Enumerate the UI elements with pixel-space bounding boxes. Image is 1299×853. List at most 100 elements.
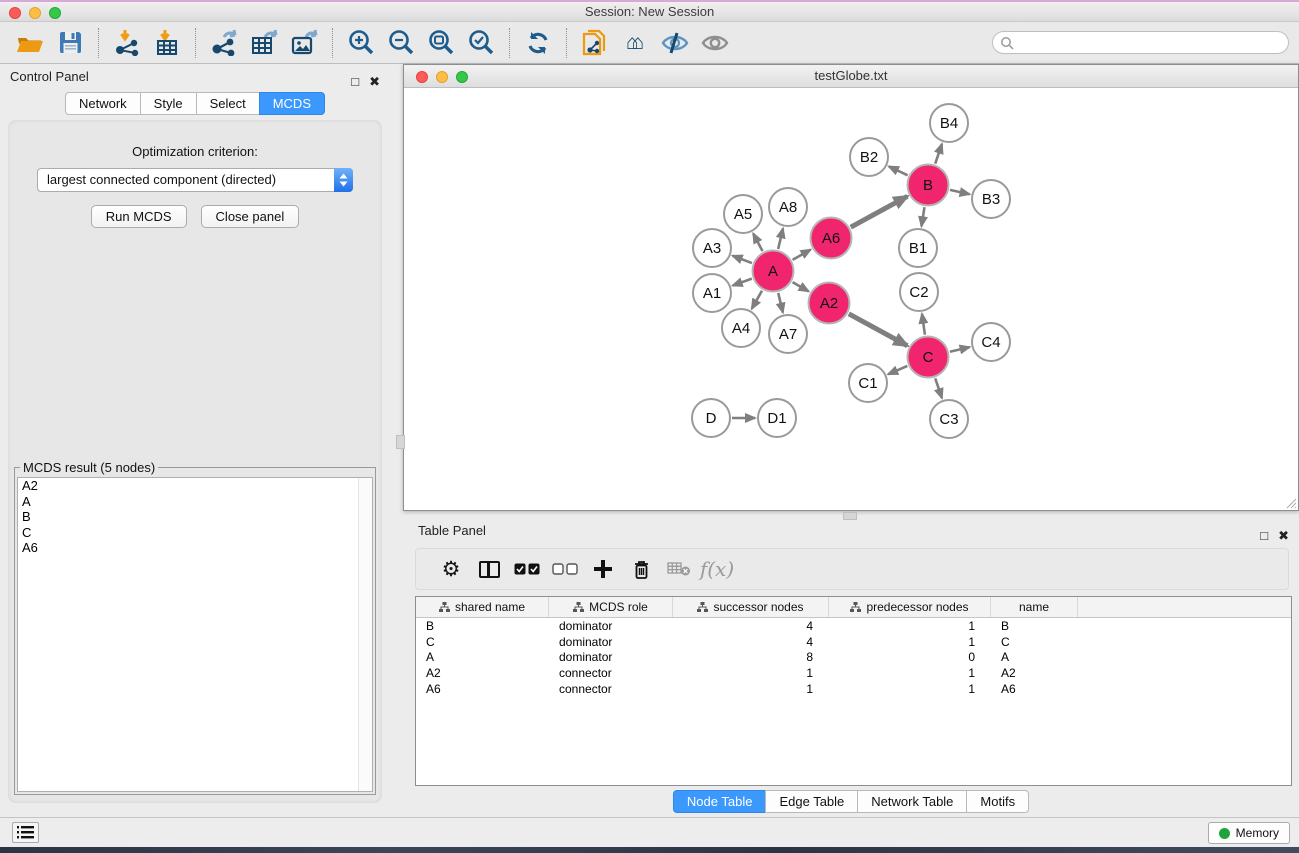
graph-node-B4[interactable]: B4 <box>930 104 968 142</box>
delete-table-button[interactable] <box>660 552 698 586</box>
result-item[interactable]: C <box>18 525 372 541</box>
column-header-successor-nodes[interactable]: successor nodes <box>673 597 829 617</box>
window-resize-grip[interactable] <box>1285 497 1297 509</box>
new-network-from-selection-button[interactable] <box>575 26 615 60</box>
edge-A6-B[interactable] <box>851 196 908 227</box>
export-table-button[interactable] <box>244 26 284 60</box>
zoom-out-button[interactable] <box>381 26 421 60</box>
column-header-name[interactable]: name <box>991 597 1078 617</box>
table-cell[interactable]: connector <box>549 666 673 680</box>
create-column-button[interactable] <box>584 552 622 586</box>
table-row[interactable]: Adominator80A <box>416 650 1291 666</box>
float-panel-icon[interactable]: □ <box>351 69 359 95</box>
task-history-button[interactable] <box>12 822 39 843</box>
tab-edge-table[interactable]: Edge Table <box>765 790 858 813</box>
table-cell[interactable]: 1 <box>673 666 829 680</box>
close-network-button[interactable] <box>416 71 428 83</box>
show-columns-button[interactable] <box>470 552 508 586</box>
close-panel-button[interactable]: Close panel <box>201 205 300 228</box>
table-cell[interactable]: A2 <box>991 666 1078 680</box>
graph-node-B[interactable]: B <box>908 165 949 206</box>
edge-A-A8[interactable] <box>778 228 783 249</box>
graph-node-A6[interactable]: A6 <box>811 218 852 259</box>
edge-A2-C[interactable] <box>849 314 908 346</box>
graph-node-A2[interactable]: A2 <box>809 283 850 324</box>
column-header-MCDS-role[interactable]: MCDS role <box>549 597 673 617</box>
export-network-button[interactable] <box>204 26 244 60</box>
edge-A-A6[interactable] <box>793 250 811 260</box>
minimize-window-button[interactable] <box>29 7 41 19</box>
table-cell[interactable]: 1 <box>829 682 991 696</box>
column-header-shared-name[interactable]: shared name <box>416 597 549 617</box>
graph-node-A[interactable]: A <box>753 251 794 292</box>
list-scrollbar[interactable] <box>358 478 372 791</box>
table-cell[interactable]: A <box>416 650 549 664</box>
edge-B-B4[interactable] <box>935 144 942 164</box>
export-image-button[interactable] <box>284 26 324 60</box>
table-cell[interactable]: 1 <box>829 635 991 649</box>
close-panel-icon[interactable]: ✖ <box>369 69 380 95</box>
zoom-network-button[interactable] <box>456 71 468 83</box>
table-row[interactable]: Bdominator41B <box>416 618 1291 634</box>
graph-node-A3[interactable]: A3 <box>693 229 731 267</box>
table-cell[interactable]: A <box>991 650 1078 664</box>
table-cell[interactable]: connector <box>549 682 673 696</box>
panel-splitter-handle[interactable] <box>396 435 405 449</box>
import-network-button[interactable] <box>107 26 147 60</box>
table-cell[interactable]: 4 <box>673 619 829 633</box>
table-settings-button[interactable]: ⚙ <box>432 552 470 586</box>
tab-network[interactable]: Network <box>65 92 141 115</box>
edge-C-C2[interactable] <box>922 314 925 335</box>
table-cell[interactable]: A6 <box>991 682 1078 696</box>
edge-C-C1[interactable] <box>888 366 907 374</box>
table-cell[interactable]: A2 <box>416 666 549 680</box>
hide-graphics-details-button[interactable] <box>655 26 695 60</box>
tab-motifs[interactable]: Motifs <box>966 790 1029 813</box>
graph-node-C[interactable]: C <box>908 337 949 378</box>
graph-node-D1[interactable]: D1 <box>758 399 796 437</box>
tab-node-table[interactable]: Node Table <box>673 790 767 813</box>
zoom-in-button[interactable] <box>341 26 381 60</box>
edge-B-B3[interactable] <box>950 190 970 194</box>
table-cell[interactable]: C <box>991 635 1078 649</box>
tab-style[interactable]: Style <box>140 92 197 115</box>
table-cell[interactable]: 4 <box>673 635 829 649</box>
table-cell[interactable]: dominator <box>549 619 673 633</box>
graph-node-A7[interactable]: A7 <box>769 315 807 353</box>
column-header-predecessor-nodes[interactable]: predecessor nodes <box>829 597 991 617</box>
graph-node-A5[interactable]: A5 <box>724 195 762 233</box>
refresh-view-button[interactable] <box>518 26 558 60</box>
graph-node-C4[interactable]: C4 <box>972 323 1010 361</box>
save-session-button[interactable] <box>50 26 90 60</box>
tab-network-table[interactable]: Network Table <box>857 790 967 813</box>
table-cell[interactable]: 1 <box>673 682 829 696</box>
edge-C-C4[interactable] <box>950 347 970 352</box>
edge-A-A3[interactable] <box>733 256 752 263</box>
table-cell[interactable]: dominator <box>549 635 673 649</box>
edge-B-B1[interactable] <box>921 207 924 226</box>
delete-column-button[interactable] <box>622 552 660 586</box>
table-row[interactable]: A2connector11A2 <box>416 665 1291 681</box>
result-item[interactable]: B <box>18 509 372 525</box>
table-cell[interactable]: 0 <box>829 650 991 664</box>
deselect-all-button[interactable] <box>546 552 584 586</box>
result-item[interactable]: A <box>18 494 372 510</box>
graph-node-D[interactable]: D <box>692 399 730 437</box>
search-input[interactable] <box>1018 36 1288 50</box>
table-row[interactable]: Cdominator41C <box>416 634 1291 650</box>
graph-node-B3[interactable]: B3 <box>972 180 1010 218</box>
import-table-button[interactable] <box>147 26 187 60</box>
run-mcds-button[interactable]: Run MCDS <box>91 205 187 228</box>
result-item[interactable]: A6 <box>18 540 372 556</box>
table-cell[interactable]: C <box>416 635 549 649</box>
node-table[interactable]: shared nameMCDS rolesuccessor nodesprede… <box>415 596 1292 786</box>
graph-node-A1[interactable]: A1 <box>693 274 731 312</box>
show-graphics-details-button[interactable] <box>695 26 735 60</box>
table-row[interactable]: A6connector11A6 <box>416 681 1291 697</box>
close-window-button[interactable] <box>9 7 21 19</box>
zoom-selected-button[interactable] <box>461 26 501 60</box>
graph-node-C1[interactable]: C1 <box>849 364 887 402</box>
edge-B-B2[interactable] <box>889 166 908 175</box>
mcds-result-list[interactable]: A2ABCA6 <box>17 477 373 792</box>
table-cell[interactable]: B <box>991 619 1078 633</box>
